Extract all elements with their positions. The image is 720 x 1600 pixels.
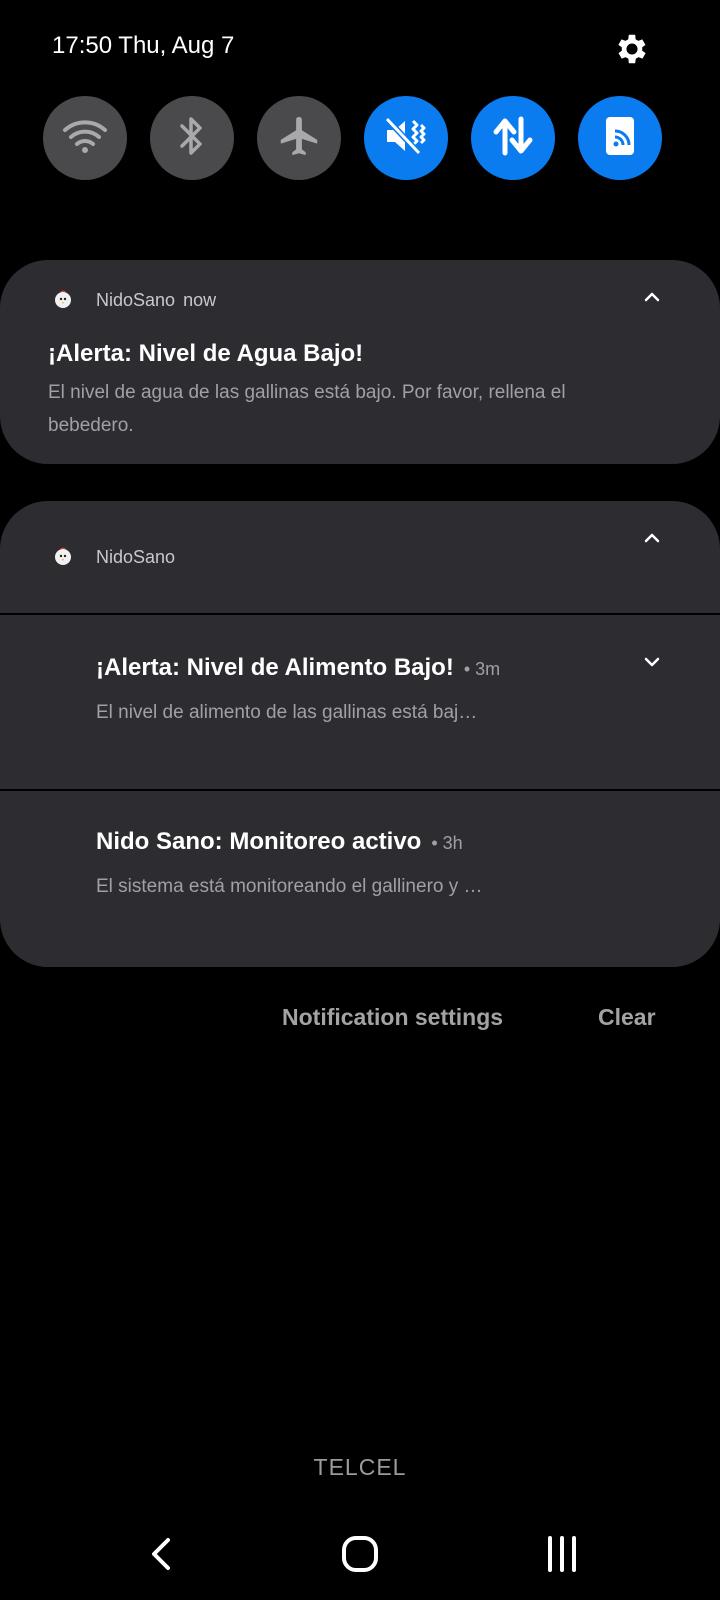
notification-item-time: • 3h: [431, 833, 463, 853]
nfc-toggle[interactable]: [578, 96, 662, 180]
recents-button[interactable]: [538, 1530, 586, 1578]
nfc-icon: [598, 113, 642, 164]
notification-settings-button[interactable]: Notification settings: [282, 1004, 503, 1031]
airplane-icon: [276, 113, 322, 164]
settings-gear-icon[interactable]: [613, 30, 651, 68]
chevron-down-icon[interactable]: [641, 651, 663, 673]
data-arrows-icon: [490, 113, 536, 164]
group-divider: [0, 613, 720, 615]
mute-vibrate-icon: [381, 113, 431, 164]
bluetooth-icon: [174, 114, 210, 163]
notification-app-header: NidoSano now: [96, 290, 216, 311]
airplane-toggle[interactable]: [257, 96, 341, 180]
back-icon: [152, 1538, 170, 1570]
notification-item-body: El sistema está monitoreando el galliner…: [96, 876, 483, 897]
clear-button[interactable]: Clear: [598, 1004, 656, 1031]
notification-body-line: El nivel de agua de las gallinas está ba…: [48, 382, 566, 403]
notification-app-name: NidoSano: [96, 290, 176, 310]
home-icon: [342, 1536, 378, 1572]
group-divider: [0, 789, 720, 791]
notification-item-title: Nido Sano: Monitoreo activo • 3h: [96, 828, 463, 856]
notification-group-app-name: NidoSano: [96, 547, 176, 567]
vibrate-mute-toggle[interactable]: [364, 96, 448, 180]
notification-item-title-text: ¡Alerta: Nivel de Alimento Bajo!: [96, 654, 454, 681]
home-button[interactable]: [336, 1530, 384, 1578]
carrier-label: TELCEL: [313, 1454, 407, 1480]
nidosano-app-icon: [52, 545, 74, 567]
recents-icon: [548, 1536, 576, 1572]
back-button[interactable]: [138, 1530, 186, 1578]
status-time-date: 17:50 Thu, Aug 7: [52, 32, 235, 59]
wifi-icon: [61, 116, 109, 161]
notification-body: El nivel de agua de las gallinas está ba…: [48, 376, 566, 442]
notification-card-water[interactable]: NidoSano now ¡Alerta: Nivel de Agua Bajo!…: [0, 260, 720, 464]
notification-title: ¡Alerta: Nivel de Agua Bajo!: [48, 340, 364, 367]
notification-item-title-text: Nido Sano: Monitoreo activo: [96, 828, 422, 855]
notification-group-card[interactable]: NidoSano ¡Alerta: Nivel de Alimento Bajo…: [0, 501, 720, 967]
notification-item-time: • 3m: [463, 659, 501, 679]
notification-time: now: [183, 290, 217, 310]
bluetooth-toggle[interactable]: [150, 96, 234, 180]
notification-item-title: ¡Alerta: Nivel de Alimento Bajo! • 3m: [96, 654, 500, 682]
mobile-data-toggle[interactable]: [471, 96, 555, 180]
nidosano-app-icon: [52, 288, 74, 310]
chevron-up-icon[interactable]: [641, 527, 663, 549]
chevron-up-icon[interactable]: [641, 286, 663, 308]
notification-body-line: bebedero.: [48, 415, 134, 436]
notification-item-body: El nivel de alimento de las gallinas est…: [96, 702, 478, 723]
wifi-toggle[interactable]: [43, 96, 127, 180]
